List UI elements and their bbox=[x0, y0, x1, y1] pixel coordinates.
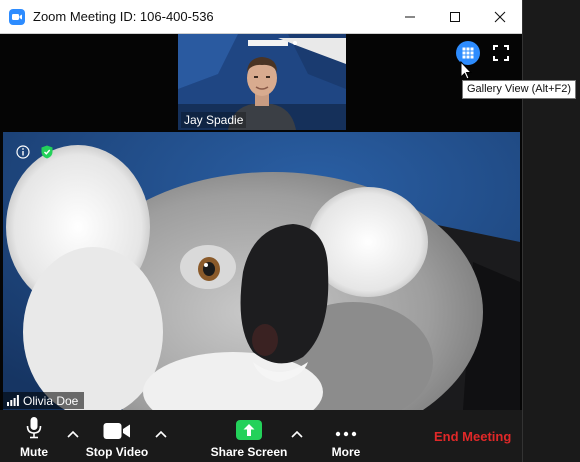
gallery-view-tooltip: Gallery View (Alt+F2) bbox=[462, 80, 577, 99]
mouse-cursor-icon bbox=[460, 60, 474, 81]
share-screen-label: Share Screen bbox=[210, 445, 288, 459]
video-options-chevron-up-icon[interactable] bbox=[154, 426, 168, 438]
share-options-chevron-up-icon[interactable] bbox=[290, 426, 304, 438]
more-options-icon bbox=[335, 431, 357, 437]
end-meeting-button[interactable]: End Meeting bbox=[434, 429, 511, 444]
shield-icon[interactable] bbox=[41, 145, 53, 159]
title-bar: Zoom Meeting ID: 106-400-536 bbox=[0, 0, 522, 34]
more-label: More bbox=[331, 445, 361, 459]
stop-video-button[interactable]: Stop Video bbox=[85, 410, 149, 462]
window-title: Zoom Meeting ID: 106-400-536 bbox=[33, 9, 214, 24]
share-screen-button[interactable]: Share Screen bbox=[210, 410, 288, 462]
fullscreen-icon bbox=[493, 45, 509, 61]
mute-button[interactable]: Mute bbox=[14, 410, 54, 462]
signal-icon bbox=[7, 395, 19, 406]
share-screen-icon bbox=[236, 420, 262, 440]
close-button[interactable] bbox=[477, 0, 522, 33]
mute-label: Mute bbox=[20, 445, 48, 459]
microphone-icon bbox=[26, 417, 42, 439]
speaker-video-image bbox=[3, 132, 520, 410]
maximize-button[interactable] bbox=[432, 0, 477, 33]
maximize-icon bbox=[449, 11, 460, 22]
speaker-name: Olivia Doe bbox=[23, 393, 79, 408]
self-view-name: Jay Spadie bbox=[181, 112, 247, 128]
desktop-background bbox=[522, 0, 580, 462]
speaker-name-tag: Olivia Doe bbox=[3, 392, 85, 409]
zoom-window: Zoom Meeting ID: 106-400-536 Jay Spadie … bbox=[0, 0, 577, 462]
video-camera-icon bbox=[103, 423, 130, 439]
info-icon[interactable] bbox=[16, 145, 30, 159]
audio-options-chevron-up-icon[interactable] bbox=[66, 426, 80, 438]
more-button[interactable]: More bbox=[326, 410, 366, 462]
self-video-thumbnail[interactable]: Jay Spadie bbox=[178, 34, 346, 130]
fullscreen-button[interactable] bbox=[492, 44, 510, 62]
minimize-button[interactable] bbox=[387, 0, 432, 33]
stop-video-label: Stop Video bbox=[85, 445, 149, 459]
active-speaker-video[interactable] bbox=[3, 132, 520, 410]
close-icon bbox=[494, 11, 505, 22]
zoom-app-icon bbox=[9, 9, 25, 25]
minimize-icon bbox=[404, 16, 415, 17]
